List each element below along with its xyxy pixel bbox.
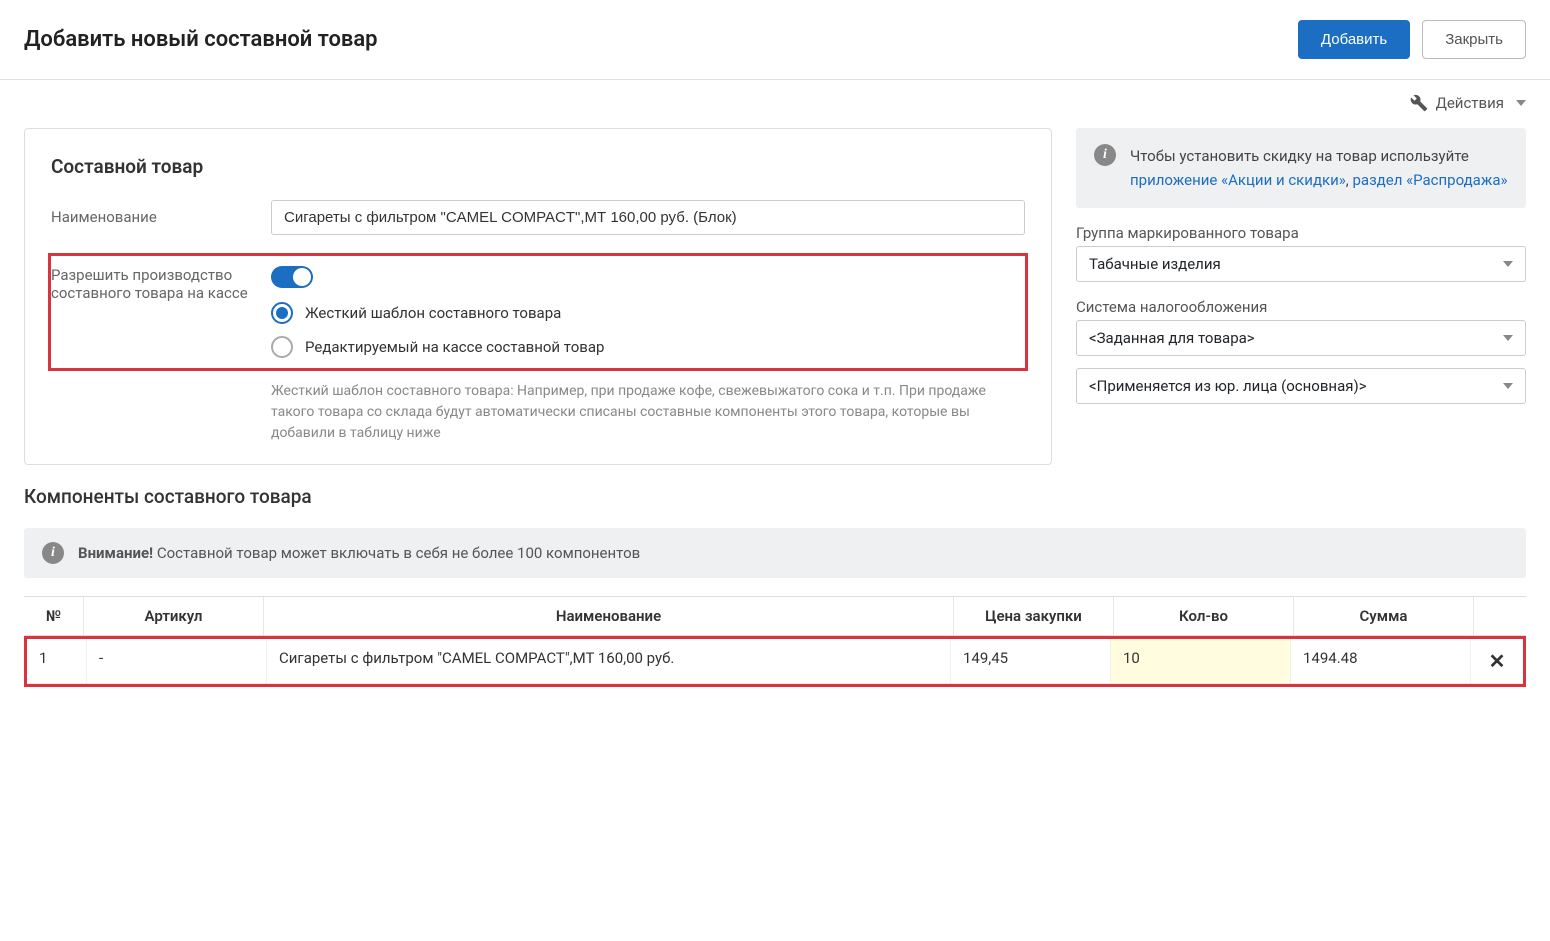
warning-bold: Внимание! <box>78 544 153 562</box>
warning-text: Составной товар может включать в себя не… <box>153 544 640 562</box>
th-delete <box>1474 597 1526 635</box>
name-row: Наименование <box>51 200 1025 235</box>
components-title: Компоненты составного товара <box>24 485 1526 508</box>
info-icon: i <box>42 542 64 564</box>
td-qty[interactable]: 10 <box>1111 639 1291 683</box>
warning-text-wrap: Внимание! Составной товар может включать… <box>78 544 640 562</box>
tax-system-value-2: <Применяется из юр. лица (основная)> <box>1089 377 1367 395</box>
td-sum: 1494.48 <box>1291 639 1471 683</box>
radio-editable-label: Редактируемый на кассе составной товар <box>305 338 604 356</box>
help-text: Жесткий шаблон составного товара: Наприм… <box>51 381 1025 444</box>
header-buttons: Добавить Закрыть <box>1298 20 1526 59</box>
th-sum: Сумма <box>1294 597 1474 635</box>
marking-group-value: Табачные изделия <box>1089 255 1221 273</box>
info-text: Чтобы установить скидку на товар использ… <box>1130 144 1508 192</box>
radio-strict-label: Жесткий шаблон составного товара <box>305 304 561 322</box>
chevron-down-icon <box>1516 100 1526 106</box>
marking-group-label: Группа маркированного товара <box>1076 224 1526 242</box>
th-qty: Кол-во <box>1114 597 1294 635</box>
highlight-allow-box: Разрешить производство составного товара… <box>48 253 1028 371</box>
allow-toggle[interactable] <box>271 266 313 288</box>
marking-group-select[interactable]: Табачные изделия <box>1076 246 1526 282</box>
components-table: № Артикул Наименование Цена закупки Кол-… <box>24 596 1526 687</box>
tax-system-select-2[interactable]: <Применяется из юр. лица (основная)> <box>1076 368 1526 404</box>
chevron-down-icon <box>1503 383 1513 389</box>
sale-section-link[interactable]: раздел «Распродажа» <box>1352 171 1507 189</box>
main-panel: Составной товар Наименование Разрешить п… <box>24 128 1052 465</box>
tax-system-group: Система налогообложения <Заданная для то… <box>1076 298 1526 404</box>
side-panel: i Чтобы установить скидку на товар испол… <box>1076 128 1526 404</box>
highlighted-table-row: 1 - Сигареты с фильтром "CAMEL COMPACT",… <box>24 636 1526 687</box>
radio-strict[interactable]: Жесткий шаблон составного товара <box>271 302 1025 324</box>
actions-label: Действия <box>1436 94 1504 112</box>
th-price: Цена закупки <box>954 597 1114 635</box>
delete-row-button[interactable]: ✕ <box>1471 639 1523 683</box>
discount-info-banner: i Чтобы установить скидку на товар испол… <box>1076 128 1526 208</box>
header: Добавить новый составной товар Добавить … <box>0 0 1550 80</box>
add-button[interactable]: Добавить <box>1298 20 1410 59</box>
radio-editable[interactable]: Редактируемый на кассе составной товар <box>271 336 1025 358</box>
table-header-row: № Артикул Наименование Цена закупки Кол-… <box>24 596 1526 636</box>
th-num: № <box>24 597 84 635</box>
warning-banner: i Внимание! Составной товар может включа… <box>24 528 1526 578</box>
chevron-down-icon <box>1503 335 1513 341</box>
tax-system-value-1: <Заданная для товара> <box>1089 329 1255 347</box>
marking-group: Группа маркированного товара Табачные из… <box>1076 224 1526 282</box>
td-article: - <box>87 639 267 683</box>
actions-bar: Действия <box>0 80 1550 112</box>
panel-title: Составной товар <box>51 155 1025 178</box>
name-input[interactable] <box>271 200 1025 235</box>
discount-app-link[interactable]: приложение «Акции и скидки» <box>1130 171 1346 189</box>
allow-label: Разрешить производство составного товара… <box>51 266 251 302</box>
td-num: 1 <box>27 639 87 683</box>
components-section: Компоненты составного товара i Внимание!… <box>0 465 1550 687</box>
page-title: Добавить новый составной товар <box>24 27 378 52</box>
wrench-icon <box>1410 94 1428 112</box>
chevron-down-icon <box>1503 261 1513 267</box>
content-area: Составной товар Наименование Разрешить п… <box>0 112 1550 465</box>
close-button[interactable]: Закрыть <box>1422 20 1526 59</box>
td-price[interactable]: 149,45 <box>951 639 1111 683</box>
info-icon: i <box>1094 144 1116 166</box>
tax-system-label: Система налогообложения <box>1076 298 1526 316</box>
th-name: Наименование <box>264 597 954 635</box>
name-label: Наименование <box>51 200 251 226</box>
table-row[interactable]: 1 - Сигареты с фильтром "CAMEL COMPACT",… <box>27 639 1523 684</box>
radio-icon-checked <box>271 302 293 324</box>
th-article: Артикул <box>84 597 264 635</box>
tax-system-select-1[interactable]: <Заданная для товара> <box>1076 320 1526 356</box>
td-name: Сигареты с фильтром "CAMEL COMPACT",МТ 1… <box>267 639 951 683</box>
radio-icon-unchecked <box>271 336 293 358</box>
actions-dropdown[interactable]: Действия <box>1410 94 1526 112</box>
